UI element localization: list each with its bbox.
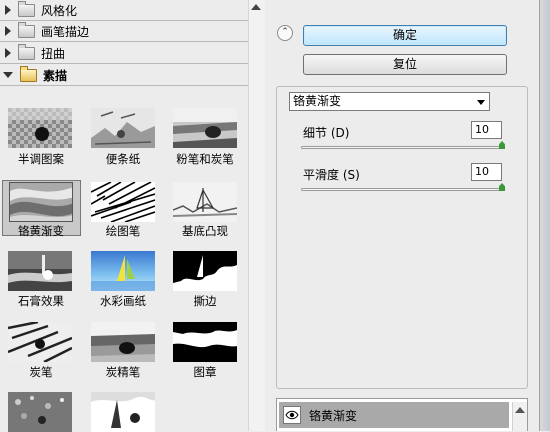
expanded-triangle-icon[interactable] bbox=[3, 72, 13, 78]
folder-icon bbox=[18, 0, 35, 17]
gallery-scrollbar[interactable] bbox=[248, 0, 265, 431]
collapsed-triangle-icon[interactable] bbox=[5, 5, 11, 15]
filter-label[interactable]: 炭精笔 bbox=[82, 364, 164, 380]
plaster-thumbnail[interactable] bbox=[8, 251, 72, 291]
eye-icon[interactable] bbox=[283, 406, 301, 424]
chalk-charcoal-thumbnail[interactable] bbox=[173, 108, 237, 148]
window-edge bbox=[539, 0, 550, 431]
water-paper-thumbnail[interactable] bbox=[91, 251, 155, 291]
detail-slider[interactable] bbox=[301, 141, 505, 149]
effect-layer-name: 铬黄渐变 bbox=[309, 408, 358, 423]
category-label: 扭曲 bbox=[41, 46, 66, 61]
category-stylize[interactable]: 风格化 bbox=[0, 0, 248, 21]
detail-input[interactable]: 10 bbox=[471, 121, 502, 139]
filter-label[interactable]: 绘图笔 bbox=[82, 223, 164, 239]
category-sketch[interactable]: 素描 bbox=[0, 65, 248, 86]
graphic-pen-thumbnail[interactable] bbox=[91, 182, 155, 222]
filter-label[interactable]: 图章 bbox=[164, 364, 246, 380]
filter-label[interactable]: 便条纸 bbox=[82, 151, 164, 167]
category-label: 画笔描边 bbox=[41, 24, 90, 39]
detail-label: 细节 (D) bbox=[303, 126, 350, 140]
stamp-thumbnail[interactable] bbox=[173, 322, 237, 362]
ok-button[interactable]: 确定 bbox=[303, 25, 507, 46]
folder-open-icon bbox=[20, 65, 37, 82]
filter-label[interactable]: 粉笔和炭笔 bbox=[164, 151, 246, 167]
filter-thumbnail[interactable] bbox=[91, 392, 155, 432]
conte-crayon-thumbnail[interactable] bbox=[91, 322, 155, 362]
filter-select[interactable]: 铬黄渐变 bbox=[289, 92, 490, 111]
filter-select-value: 铬黄渐变 bbox=[293, 94, 342, 108]
torn-edges-thumbnail[interactable] bbox=[173, 251, 237, 291]
chrome-thumbnail[interactable] bbox=[9, 182, 73, 222]
filter-label[interactable]: 石膏效果 bbox=[0, 293, 82, 309]
bas-relief-thumbnail[interactable] bbox=[173, 182, 237, 222]
smoothness-slider[interactable] bbox=[301, 183, 505, 191]
filter-label[interactable]: 炭笔 bbox=[0, 364, 82, 380]
dropdown-arrow-icon bbox=[477, 100, 485, 105]
filter-gallery-panel: 风格化 画笔描边 扭曲 素描 半调图案 便条纸 粉笔和炭笔 铬黄渐变 绘图笔 基… bbox=[0, 0, 249, 432]
scroll-up-arrow-icon[interactable] bbox=[251, 4, 261, 10]
filter-label[interactable]: 铬黄渐变 bbox=[0, 223, 82, 239]
category-brush-strokes[interactable]: 画笔描边 bbox=[0, 21, 248, 42]
reset-button[interactable]: 复位 bbox=[303, 54, 507, 75]
charcoal-thumbnail[interactable] bbox=[8, 322, 72, 362]
filter-label[interactable]: 水彩画纸 bbox=[82, 293, 164, 309]
category-label: 风格化 bbox=[41, 3, 78, 18]
note-paper-thumbnail[interactable] bbox=[91, 108, 155, 148]
filter-label[interactable]: 基底凸现 bbox=[164, 223, 246, 239]
folder-icon bbox=[18, 21, 35, 38]
scroll-up-arrow-icon[interactable] bbox=[515, 407, 525, 413]
filter-label[interactable]: 撕边 bbox=[164, 293, 246, 309]
smoothness-label: 平滑度 (S) bbox=[303, 168, 360, 182]
category-label: 素描 bbox=[43, 68, 68, 83]
effect-layer-row[interactable]: 铬黄渐变 bbox=[279, 402, 509, 428]
halftone-pattern-thumbnail[interactable] bbox=[8, 108, 72, 148]
category-distort[interactable]: 扭曲 bbox=[0, 43, 248, 64]
collapsed-triangle-icon[interactable] bbox=[5, 26, 11, 36]
smoothness-input[interactable]: 10 bbox=[471, 163, 502, 181]
filter-thumbnail[interactable] bbox=[8, 392, 72, 432]
filter-label[interactable]: 半调图案 bbox=[0, 151, 82, 167]
collapsed-triangle-icon[interactable] bbox=[5, 48, 11, 58]
folder-icon bbox=[18, 43, 35, 60]
layers-scrollbar[interactable] bbox=[512, 402, 527, 431]
collapse-gallery-icon[interactable]: ⌃ bbox=[277, 25, 293, 41]
